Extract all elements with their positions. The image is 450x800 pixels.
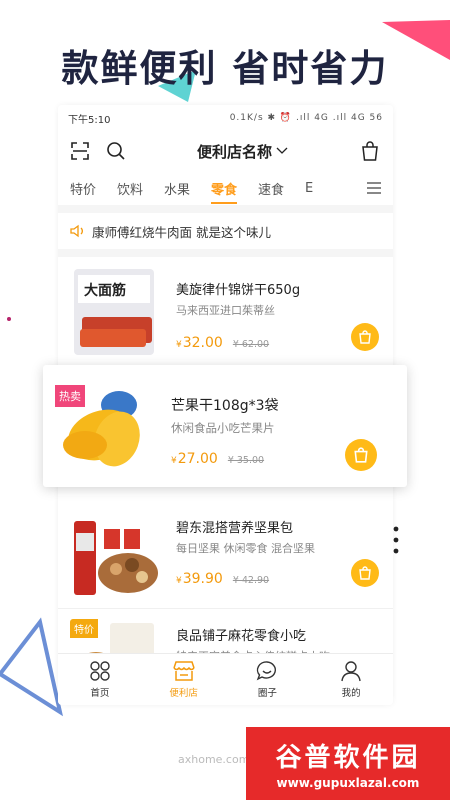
status-indicators: 0.1K/s ✱ ⏰ .ıll 4G .ıll 4G 56 [229, 113, 383, 123]
scan-icon[interactable] [70, 141, 90, 161]
store-selector[interactable]: 便利店名称 [197, 141, 288, 162]
product-name: 芒果干108g*3袋 [171, 398, 279, 414]
headline: 款鲜便利 省时省力 [61, 47, 389, 90]
tabbar-label: 便利店 [169, 688, 198, 699]
status-time: 下午5:10 [68, 114, 111, 126]
product-subtitle: 每日坚果 休闲零食 混合坚果 [176, 542, 315, 555]
search-icon[interactable] [106, 141, 126, 161]
tabbar-item-me[interactable]: 我的 [309, 654, 393, 705]
watermark-url: www.gupuxlazal.com [276, 776, 420, 790]
tab-fastfood[interactable]: 速食 [258, 173, 305, 204]
list-item[interactable]: 大面筋 美旋律什锦饼干650g 马来西亚进口茱蒂丝 ¥32.00 ¥ 62.00 [58, 257, 393, 369]
tabbar-label: 首页 [90, 688, 110, 699]
add-to-cart-button[interactable] [351, 323, 379, 351]
tab-fruit[interactable]: 水果 [164, 173, 211, 204]
product-old-price: ¥ 62.00 [232, 339, 270, 350]
featured-product-card[interactable]: 热卖 芒果干108g*3袋 休闲食品小吃芒果片 ¥27.00 ¥ 35.00 [43, 365, 407, 487]
tab-drinks[interactable]: 饮料 [117, 173, 164, 204]
product-image-biscuit: 大面筋 [70, 267, 158, 357]
store-icon [172, 661, 195, 681]
tabbar-item-home[interactable]: 首页 [58, 654, 142, 705]
chevron-down-icon [276, 147, 288, 154]
category-tabs: 特价 饮料 水果 零食 速食 E [58, 171, 393, 205]
product-price: ¥27.00 [171, 451, 218, 467]
bag-icon [359, 566, 371, 580]
product-badge: 特价 [70, 619, 98, 638]
product-image-nuts [70, 511, 158, 601]
add-to-cart-button[interactable] [345, 439, 377, 471]
speaker-icon [70, 224, 83, 238]
notice-text: 康师傅红烧牛肉面 就是这个味儿 [92, 224, 271, 240]
hot-badge: 热卖 [55, 385, 85, 407]
tab-special[interactable]: 特价 [70, 173, 117, 204]
notice-bar[interactable]: 康师傅红烧牛肉面 就是这个味儿 [58, 205, 393, 257]
tabbar-label: 圈子 [257, 688, 277, 699]
tab-more-partial[interactable]: E [305, 175, 325, 202]
tabbar-item-store[interactable]: 便利店 [142, 654, 226, 705]
product-subtitle: 马来西亚进口茱蒂丝 [176, 304, 275, 317]
tabbar-item-circle[interactable]: 圈子 [226, 654, 310, 705]
product-old-price: ¥ 35.00 [227, 455, 265, 466]
menu-icon[interactable] [365, 180, 383, 196]
product-image-text: 大面筋 [84, 282, 126, 298]
decor-dot [7, 317, 11, 321]
tabbar-label: 我的 [341, 688, 361, 699]
product-name: 美旋律什锦饼干650g [176, 283, 301, 298]
store-name: 便利店名称 [196, 142, 272, 161]
bottom-tab-bar: 首页 便利店 圈子 我的 [58, 653, 393, 705]
product-price: ¥39.90 [176, 571, 223, 587]
watermark-logo: 谷普软件园 www.gupuxlazal.com [246, 727, 450, 800]
top-bar: 便利店名称 [58, 131, 393, 171]
tab-snacks[interactable]: 零食 [211, 173, 258, 204]
product-name: 良品铺子麻花零食小吃 [176, 629, 307, 644]
list-item[interactable]: 碧东混搭营养坚果包 每日坚果 休闲零食 混合坚果 ¥39.90 ¥ 42.90 [58, 509, 393, 609]
add-to-cart-button[interactable] [351, 559, 379, 587]
chat-bubble-icon [257, 661, 277, 681]
watermark-title: 谷普软件园 [275, 743, 421, 773]
shopping-bag-icon[interactable] [359, 140, 381, 162]
grid-circles-icon [90, 661, 110, 681]
product-old-price: ¥ 42.90 [232, 575, 270, 586]
bag-icon [354, 447, 368, 463]
product-name: 碧东混搭营养坚果包 [176, 521, 294, 536]
status-bar: 下午5:10 0.1K/s ✱ ⏰ .ıll 4G .ıll 4G 56 [58, 105, 393, 131]
product-subtitle: 休闲食品小吃芒果片 [171, 421, 275, 435]
bag-icon [359, 330, 371, 344]
product-price: ¥32.00 [176, 335, 223, 351]
watermark-site: axhome.com [178, 753, 250, 766]
user-icon [341, 661, 361, 682]
